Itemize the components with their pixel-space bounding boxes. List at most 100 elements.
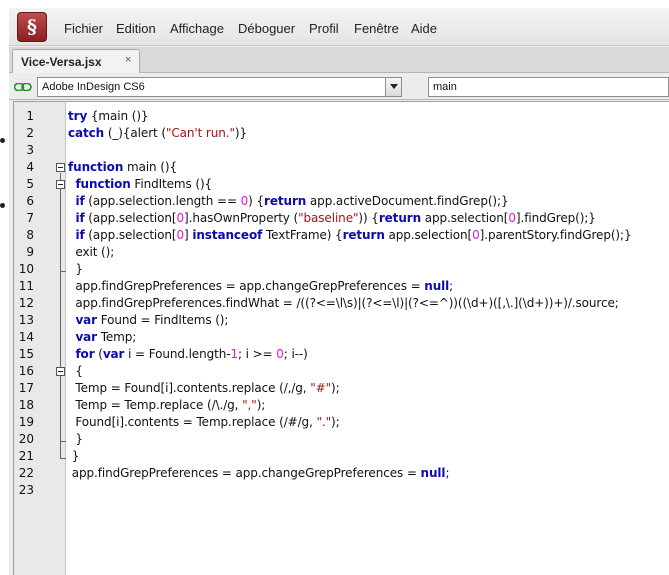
code-editor[interactable]: 1 2 3 4 5 6 7 8 9 10 11 12 13 14 15 16 17 18 19 20 21 22 23 tr… [13, 101, 669, 575]
code-token: return [342, 228, 385, 242]
code-line: try {main ()} [68, 109, 149, 123]
code-token: null [420, 466, 446, 480]
code-token: ].hasOwnProperty ( [184, 211, 299, 225]
code-token: (app.selection[ [84, 211, 177, 225]
function-select[interactable]: main [428, 77, 669, 97]
code-token: } [68, 432, 83, 446]
code-token: Found = FindItems (); [96, 313, 229, 327]
code-token: main (){ [123, 160, 177, 174]
code-line: Temp = Temp.replace (/\./g, ","); [68, 398, 265, 412]
code-token: ); [331, 415, 340, 429]
chevron-down-icon[interactable] [385, 78, 401, 96]
code-token: ; [445, 466, 450, 480]
code-token: Temp = Found[i].contents.replace (/,/g, [68, 381, 311, 395]
code-token: instanceof [192, 228, 263, 242]
menu-aide[interactable]: Aide [411, 21, 437, 36]
menu-deboguer[interactable]: Déboguer [238, 21, 295, 36]
line-number: 2 [26, 126, 34, 140]
line-number: 21 [18, 449, 34, 463]
code-token: try [68, 109, 88, 123]
line-number: 13 [18, 313, 34, 327]
document-tab[interactable]: Vice-Versa.jsx × [12, 49, 140, 73]
code-area[interactable]: try {main ()} catch (_){alert ("Can't run… [68, 102, 669, 575]
code-token: FindItems (){ [130, 177, 213, 191]
line-number: 17 [18, 381, 34, 395]
code-line: function main (){ [68, 160, 177, 174]
code-token: 0 [276, 347, 284, 361]
code-token: 0 [472, 228, 480, 242]
code-token: if [75, 194, 85, 208]
line-number: 8 [26, 228, 34, 242]
code-token: Temp = Temp.replace (/\./g, [68, 398, 243, 412]
close-icon[interactable]: × [125, 54, 131, 66]
estk-window: § Fichier Edition Affichage Déboguer Pro… [9, 8, 669, 575]
menu-fichier[interactable]: Fichier [64, 21, 103, 36]
menu-profil[interactable]: Profil [309, 21, 339, 36]
menu-bar: § Fichier Edition Affichage Déboguer Pro… [9, 8, 669, 46]
fold-guide [60, 190, 61, 271]
code-token: i = Found.length- [124, 347, 231, 361]
code-token: ; [449, 279, 454, 293]
menu-edition[interactable]: Edition [116, 21, 156, 36]
code-token: ( [94, 347, 103, 361]
line-number: 22 [18, 466, 34, 480]
code-line: app.findGrepPreferences.findWhat = /((?<… [68, 296, 618, 310]
code-token: app.findGrepPreferences = app.changeGrep… [68, 279, 425, 293]
code-token: return [264, 194, 307, 208]
menu-fenetre[interactable]: Fenêtre [354, 21, 399, 36]
code-line: catch (_){alert ("Can't run.")} [68, 126, 247, 140]
fold-end-marker [60, 458, 66, 459]
code-token: )) { [358, 211, 379, 225]
code-token: for [75, 347, 95, 361]
link-icon[interactable] [14, 83, 32, 91]
line-number: 4 [26, 160, 34, 174]
code-token: )} [234, 126, 248, 140]
code-line: var Temp; [68, 330, 136, 344]
line-number-gutter: 1 2 3 4 5 6 7 8 9 10 11 12 13 14 15 16 17 18 19 20 21 22 23 [14, 102, 66, 575]
line-number: 3 [26, 143, 34, 157]
code-token: ].findGrep();} [515, 211, 596, 225]
line-number: 10 [18, 262, 34, 276]
code-token: if [75, 211, 85, 225]
target-toolbar: Adobe InDesign CS6 main [9, 74, 669, 100]
code-token: app.selection[ [421, 211, 509, 225]
code-token: catch [68, 126, 105, 140]
line-number: 14 [18, 330, 34, 344]
code-token: (_){alert ( [104, 126, 166, 140]
code-line: { [68, 364, 83, 378]
line-number: 5 [26, 177, 34, 191]
code-line: Found[i].contents = Temp.replace (/#/g, … [68, 415, 340, 429]
code-token: { [68, 364, 83, 378]
code-token: 0 [176, 228, 185, 242]
background-bullet [0, 138, 5, 143]
code-token: 1 [230, 347, 238, 361]
code-line: if (app.selection.length == 0) {return a… [68, 194, 508, 208]
code-token: app.activeDocument.findGrep();} [306, 194, 509, 208]
code-line: Temp = Found[i].contents.replace (/,/g, … [68, 381, 339, 395]
extendscript-toolkit-icon[interactable]: § [17, 12, 47, 42]
fold-toggle-icon[interactable] [56, 367, 65, 376]
code-token: {main ()} [87, 109, 149, 123]
background-page-edge [0, 0, 9, 575]
menu-affichage[interactable]: Affichage [170, 21, 224, 36]
line-number: 6 [26, 194, 34, 208]
code-token: return [378, 211, 422, 225]
code-token: exit (); [68, 245, 115, 259]
target-application-select[interactable]: Adobe InDesign CS6 [37, 77, 402, 97]
fold-end-marker [60, 441, 66, 442]
fold-end-marker [60, 271, 66, 272]
code-line: function FindItems (){ [68, 177, 212, 191]
line-number: 18 [18, 398, 34, 412]
fold-toggle-icon[interactable] [56, 163, 65, 172]
code-token: 0 [508, 211, 516, 225]
code-token: "#" [310, 381, 332, 395]
code-token: ; i >= [238, 347, 277, 361]
fold-toggle-icon[interactable] [56, 180, 65, 189]
code-line: app.findGrepPreferences = app.changeGrep… [68, 279, 453, 293]
code-line: } [68, 262, 83, 276]
code-token: "," [242, 398, 257, 412]
code-line: var Found = FindItems (); [68, 313, 228, 327]
function-value: main [433, 81, 457, 93]
document-tab-strip: Vice-Versa.jsx × [9, 47, 669, 73]
fold-guide [60, 377, 61, 441]
